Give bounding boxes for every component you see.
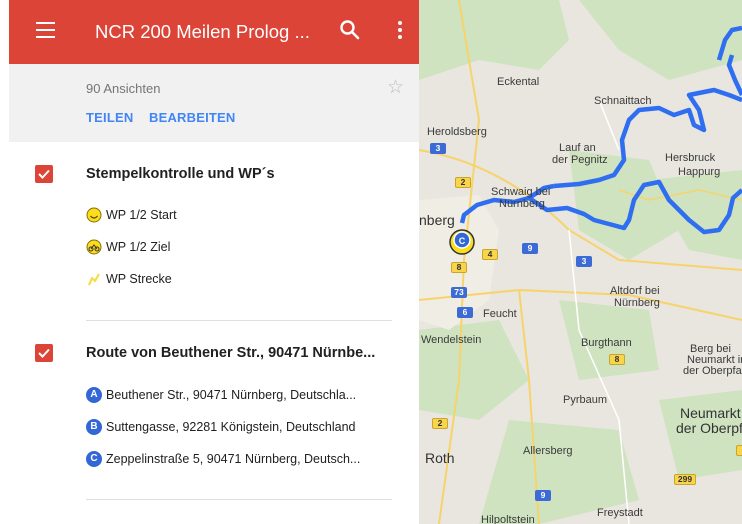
place-label: Freystadt <box>597 507 643 519</box>
route-point-a-icon: A <box>86 387 102 403</box>
side-panel: NCR 200 Meilen Prolog ... 90 Ansichten ☆… <box>0 0 419 524</box>
road-shield: 3 <box>576 256 592 267</box>
road-shield: 8 <box>736 445 742 456</box>
road-shield: 9 <box>535 490 551 501</box>
line-path-icon <box>87 273 100 286</box>
search-icon[interactable] <box>338 18 362 42</box>
place-label: Heroldsberg <box>427 126 487 138</box>
place-label: Schwaig bei <box>491 186 551 198</box>
road-shield: 8 <box>451 262 467 273</box>
place-label: Altdorf bei <box>610 285 660 297</box>
layer-checkbox-stempelkontrolle[interactable] <box>35 165 53 183</box>
place-label: Eckental <box>497 76 540 88</box>
road-shield: 8 <box>609 354 625 365</box>
road-shield: 9 <box>522 243 538 254</box>
feature-label: Suttengasse, 92281 Königstein, Deutschla… <box>106 420 356 434</box>
place-label: Happurg <box>678 166 721 178</box>
place-label: der Oberpf <box>676 420 742 436</box>
route-point-b-icon: B <box>86 419 102 435</box>
start-marker-label: C <box>459 236 466 246</box>
layer-checkbox-route[interactable] <box>35 344 53 362</box>
place-label: nberg <box>419 212 455 228</box>
place-label: Nürnberg <box>614 297 660 309</box>
smiley-marker-icon <box>86 207 102 223</box>
feature-label: WP Strecke <box>106 272 172 286</box>
motorcycle-marker-icon <box>86 239 102 255</box>
road-shield: 299 <box>674 474 696 485</box>
feature-label: Beuthener Str., 90471 Nürnberg, Deutschl… <box>106 388 357 402</box>
place-label: der Oberpfalz <box>683 365 742 377</box>
place-label: Neumarkt <box>680 405 741 421</box>
place-label: Burgthann <box>581 337 632 349</box>
place-label: Nürnberg <box>499 198 545 210</box>
view-count: 90 Ansichten <box>86 81 161 96</box>
layer-title: Stempelkontrolle und WP´s <box>86 166 275 182</box>
place-label: Schnaittach <box>594 95 652 107</box>
map-info-section: 90 Ansichten ☆ TEILEN BEARBEITEN <box>9 64 419 142</box>
hamburger-menu-icon[interactable] <box>36 22 55 38</box>
title-bar: NCR 200 Meilen Prolog ... <box>9 0 419 64</box>
divider <box>86 320 392 321</box>
feature-label: Zeppelinstraße 5, 90471 Nürnberg, Deutsc… <box>106 452 361 466</box>
place-label: der Pegnitz <box>552 154 608 166</box>
checkmark-icon <box>38 348 50 358</box>
place-label: Pyrbaum <box>563 394 608 406</box>
road-shield: 6 <box>457 307 473 318</box>
place-label: Allersberg <box>523 445 573 457</box>
layer-title: Route von Beuthener Str., 90471 Nürnbe..… <box>86 345 376 361</box>
checkmark-icon <box>38 169 50 179</box>
road-shield: 73 <box>451 287 467 298</box>
feature-label: WP 1/2 Start <box>106 208 177 222</box>
star-icon[interactable]: ☆ <box>387 78 404 98</box>
road-shield: 3 <box>430 143 446 154</box>
road-shield: 4 <box>482 249 498 260</box>
place-label: Hilpoltstein <box>481 514 535 524</box>
place-label: Wendelstein <box>421 334 482 346</box>
road-shield: 2 <box>455 177 471 188</box>
place-label: Feucht <box>483 308 517 320</box>
place-label: Hersbruck <box>665 152 716 164</box>
place-label: Roth <box>425 450 455 466</box>
feature-label: WP 1/2 Ziel <box>106 240 171 254</box>
map-title: NCR 200 Meilen Prolog ... <box>95 21 310 42</box>
road-shield: 2 <box>432 418 448 429</box>
place-label: Lauf an <box>559 142 596 154</box>
map-canvas[interactable]: C Eckental Schnaittach Heroldsberg Lauf … <box>419 0 742 524</box>
share-button[interactable]: TEILEN <box>86 110 133 125</box>
route-point-c-icon: C <box>86 451 102 467</box>
edit-button[interactable]: BEARBEITEN <box>149 110 236 125</box>
divider <box>86 499 392 500</box>
more-vert-icon[interactable] <box>393 18 407 42</box>
